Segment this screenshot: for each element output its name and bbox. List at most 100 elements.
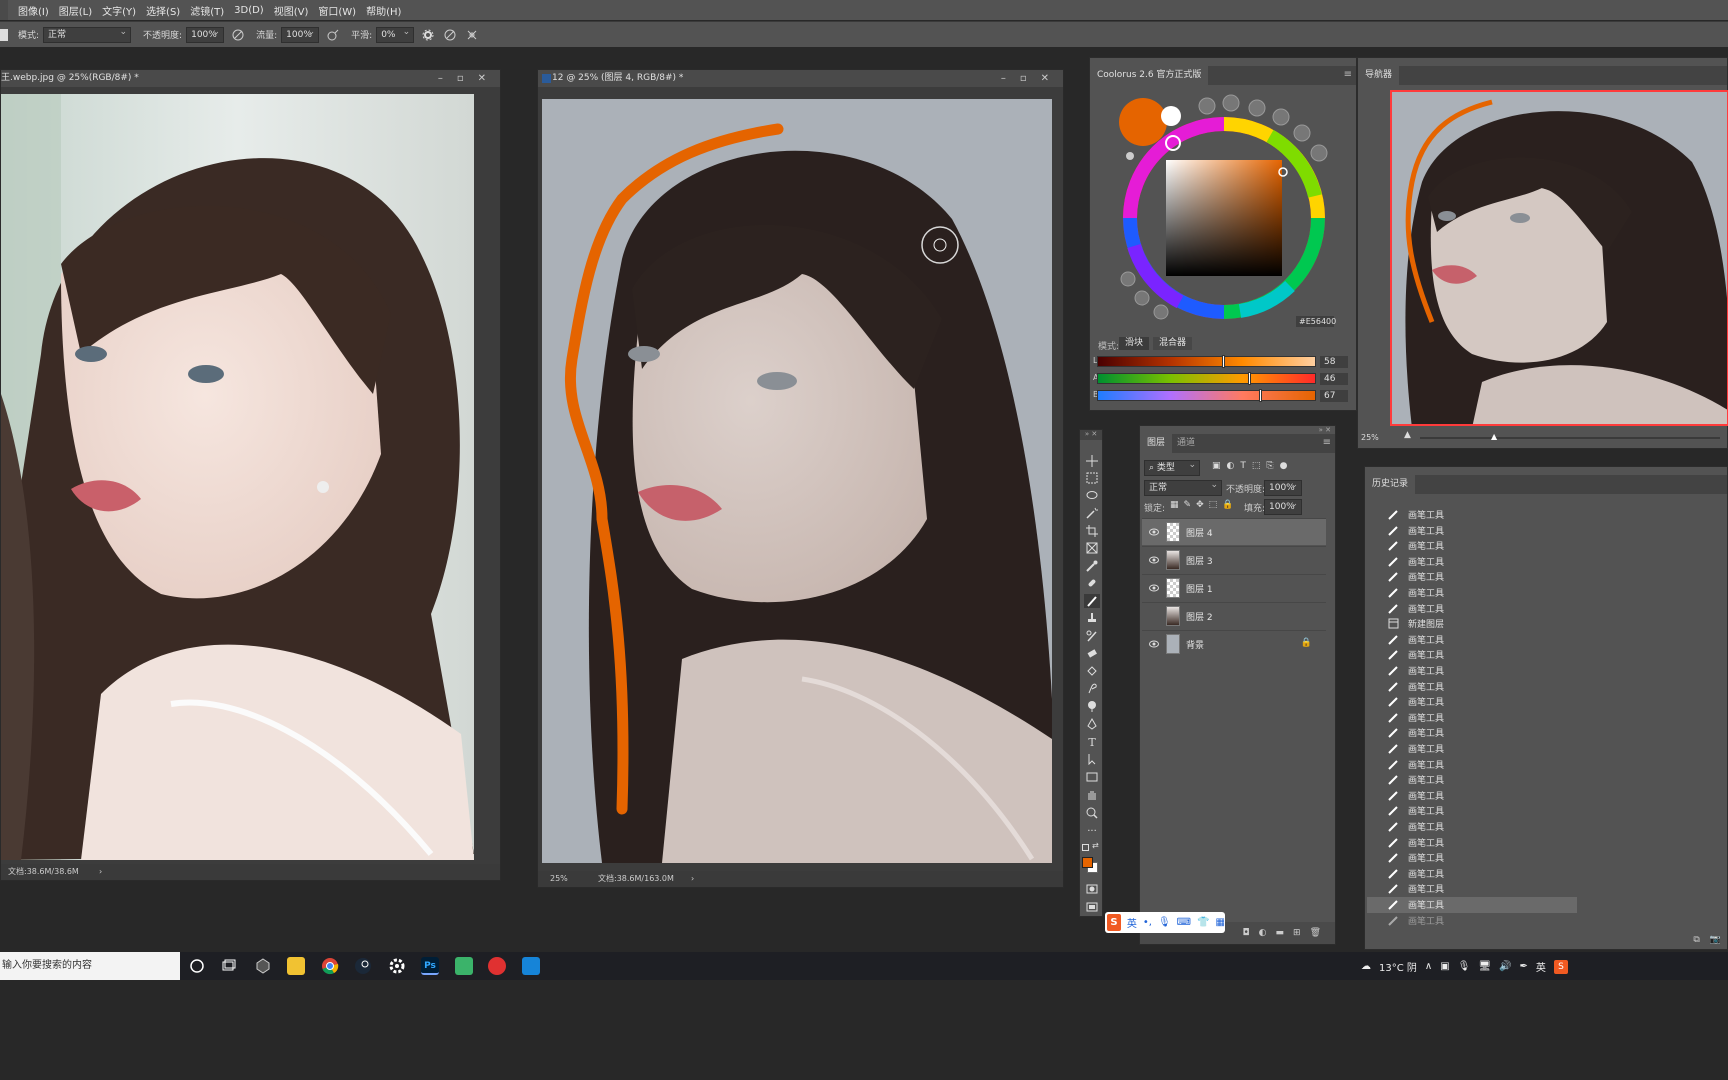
navigator-zoom[interactable]: 25% bbox=[1361, 433, 1379, 442]
history-title[interactable]: 历史记录 bbox=[1365, 475, 1416, 494]
ime-lang[interactable]: 英 bbox=[1127, 915, 1137, 930]
lock-artboard-icon[interactable]: ⬚ bbox=[1209, 500, 1218, 510]
app-icon-cube[interactable] bbox=[254, 957, 272, 975]
zoom-tool-icon[interactable] bbox=[1084, 806, 1100, 820]
history-item[interactable]: 画笔工具 bbox=[1367, 679, 1577, 695]
menu-help[interactable]: 帮助(H) bbox=[366, 3, 401, 18]
paint-bucket-tool-icon[interactable] bbox=[1084, 664, 1100, 678]
settings-gear-icon[interactable] bbox=[388, 957, 406, 975]
menu-type[interactable]: 文字(Y) bbox=[102, 3, 136, 18]
symmetry-icon[interactable] bbox=[464, 27, 480, 43]
panel-collapse-icon[interactable]: » ✕ bbox=[1319, 426, 1331, 434]
history-item[interactable]: 画笔工具 bbox=[1367, 913, 1577, 929]
menu-select[interactable]: 选择(S) bbox=[146, 3, 180, 18]
layer-name[interactable]: 图层 3 bbox=[1186, 554, 1213, 567]
visibility-eye-icon[interactable] bbox=[1149, 639, 1159, 649]
eraser-tool-icon[interactable] bbox=[1084, 646, 1100, 660]
panel-menu-icon[interactable]: ≡ bbox=[1323, 437, 1331, 448]
swap-colors-icon[interactable]: ⇄ bbox=[1092, 841, 1099, 850]
layer-name[interactable]: 背景 bbox=[1186, 638, 1204, 651]
panel-menu-icon[interactable]: ≡ bbox=[1344, 69, 1352, 80]
layer-filter-select[interactable]: ⌕ 类型 bbox=[1144, 458, 1200, 476]
tray-app-icon[interactable]: ▣ bbox=[1440, 961, 1449, 972]
history-brush-tool-icon[interactable] bbox=[1084, 629, 1100, 643]
tool-preset-icon[interactable] bbox=[0, 28, 8, 41]
sogou-tray-icon[interactable]: S bbox=[1553, 959, 1568, 974]
ime-punctuation-icon[interactable]: •, bbox=[1143, 917, 1152, 928]
smooth-select[interactable]: 0% bbox=[376, 25, 415, 43]
lasso-tool-icon[interactable] bbox=[1084, 489, 1100, 503]
status-arrow-icon[interactable]: › bbox=[691, 871, 694, 887]
slider-l-knob[interactable] bbox=[1221, 355, 1225, 368]
navigator-zoom-slider[interactable] bbox=[1420, 437, 1720, 439]
layer-name[interactable]: 图层 1 bbox=[1186, 582, 1213, 595]
weather-cloud-icon[interactable]: ☁ bbox=[1361, 961, 1371, 972]
filter-shape-icon[interactable]: ⬚ bbox=[1252, 461, 1261, 471]
crop-tool-icon[interactable] bbox=[1084, 524, 1100, 538]
history-item[interactable]: 画笔工具 bbox=[1367, 710, 1577, 726]
history-item[interactable]: 画笔工具 bbox=[1367, 866, 1577, 882]
menu-layer[interactable]: 图层(L) bbox=[59, 3, 92, 18]
filter-pixel-icon[interactable]: ▣ bbox=[1212, 461, 1221, 471]
maximize-icon[interactable]: ▫ bbox=[1020, 73, 1027, 84]
layer-row[interactable]: 图层 2 bbox=[1142, 602, 1326, 629]
lock-transparency-icon[interactable]: ▦ bbox=[1170, 500, 1179, 510]
clone-stamp-tool-icon[interactable] bbox=[1084, 611, 1100, 625]
menu-window[interactable]: 窗口(W) bbox=[318, 3, 356, 18]
history-item[interactable]: 画笔工具 bbox=[1367, 819, 1577, 835]
new-document-from-state-icon[interactable]: ⧉ bbox=[1693, 935, 1699, 945]
tab-channels[interactable]: 通道 bbox=[1170, 434, 1202, 453]
tab-slider[interactable]: 滑块 bbox=[1119, 337, 1150, 350]
smudge-tool-icon[interactable] bbox=[1084, 681, 1100, 695]
close-icon[interactable]: ✕ bbox=[1041, 73, 1049, 84]
new-snapshot-icon[interactable]: 📷 bbox=[1710, 935, 1721, 945]
eyedropper-tool-icon[interactable] bbox=[1084, 559, 1100, 573]
fill-select[interactable]: 100% bbox=[1264, 497, 1302, 515]
opacity-select[interactable]: 100% bbox=[186, 25, 225, 43]
filter-toggle-icon[interactable]: ● bbox=[1280, 461, 1288, 471]
foreground-color-swatch[interactable] bbox=[1082, 857, 1093, 868]
slider-b-value[interactable]: 67 bbox=[1320, 390, 1348, 402]
layer-mask-icon[interactable]: ◘ bbox=[1243, 928, 1250, 938]
document-title[interactable]: 王.webp.jpg @ 25%(RGB/8#) * bbox=[1, 70, 500, 87]
marquee-tool-icon[interactable] bbox=[1084, 471, 1100, 485]
history-item[interactable]: 画笔工具 bbox=[1367, 772, 1577, 788]
color-wheel-area[interactable] bbox=[1090, 86, 1356, 330]
history-item[interactable]: 画笔工具 bbox=[1367, 757, 1577, 773]
magic-wand-tool-icon[interactable] bbox=[1084, 506, 1100, 520]
document-title[interactable]: 12 @ 25% (图层 4, RGB/8#) * bbox=[538, 70, 1063, 87]
navigator-title[interactable]: 导航器 bbox=[1358, 66, 1400, 85]
menu-view[interactable]: 视图(V) bbox=[274, 3, 309, 18]
frame-tool-icon[interactable] bbox=[1084, 541, 1100, 555]
healing-brush-tool-icon[interactable] bbox=[1084, 576, 1100, 590]
brush-tool-icon[interactable] bbox=[1084, 594, 1100, 608]
ime-toolbox-icon[interactable]: ▦ bbox=[1216, 917, 1225, 928]
history-item[interactable]: 画笔工具 bbox=[1367, 803, 1577, 819]
menu-3d[interactable]: 3D(D) bbox=[234, 5, 264, 16]
move-tool-icon[interactable] bbox=[1084, 454, 1100, 468]
lock-position-icon[interactable]: ✥ bbox=[1196, 500, 1204, 510]
hand-tool-icon[interactable] bbox=[1084, 788, 1100, 802]
pressure-opacity-icon[interactable] bbox=[230, 27, 246, 43]
navigator-zoom-knob[interactable]: ▲ bbox=[1491, 432, 1497, 441]
layer-row[interactable]: 图层 4 bbox=[1142, 518, 1326, 545]
tab-mixer[interactable]: 混合器 bbox=[1153, 337, 1193, 350]
history-item[interactable]: 画笔工具 bbox=[1367, 538, 1577, 554]
hex-value[interactable]: #E56400 bbox=[1296, 316, 1336, 327]
visibility-eye-icon[interactable] bbox=[1149, 555, 1159, 565]
history-item[interactable]: 画笔工具 bbox=[1367, 881, 1577, 897]
navigator-preview[interactable] bbox=[1390, 90, 1728, 426]
history-item[interactable]: 画笔工具 bbox=[1367, 741, 1577, 757]
flow-select[interactable]: 100% bbox=[281, 25, 320, 43]
airbrush-icon[interactable] bbox=[325, 27, 341, 43]
slider-b-track[interactable] bbox=[1097, 389, 1316, 402]
screen-mode-icon[interactable] bbox=[1084, 900, 1100, 914]
netease-music-icon[interactable] bbox=[488, 957, 506, 975]
history-item[interactable]: 画笔工具 bbox=[1367, 897, 1577, 913]
slider-a-track[interactable] bbox=[1097, 372, 1316, 385]
mode-select[interactable]: 正常 bbox=[43, 25, 132, 43]
quick-mask-icon[interactable] bbox=[1084, 882, 1100, 896]
tab-layers[interactable]: 图层 bbox=[1140, 434, 1173, 453]
layer-row[interactable]: 图层 3 bbox=[1142, 546, 1326, 573]
painting-canvas[interactable] bbox=[542, 99, 1052, 863]
